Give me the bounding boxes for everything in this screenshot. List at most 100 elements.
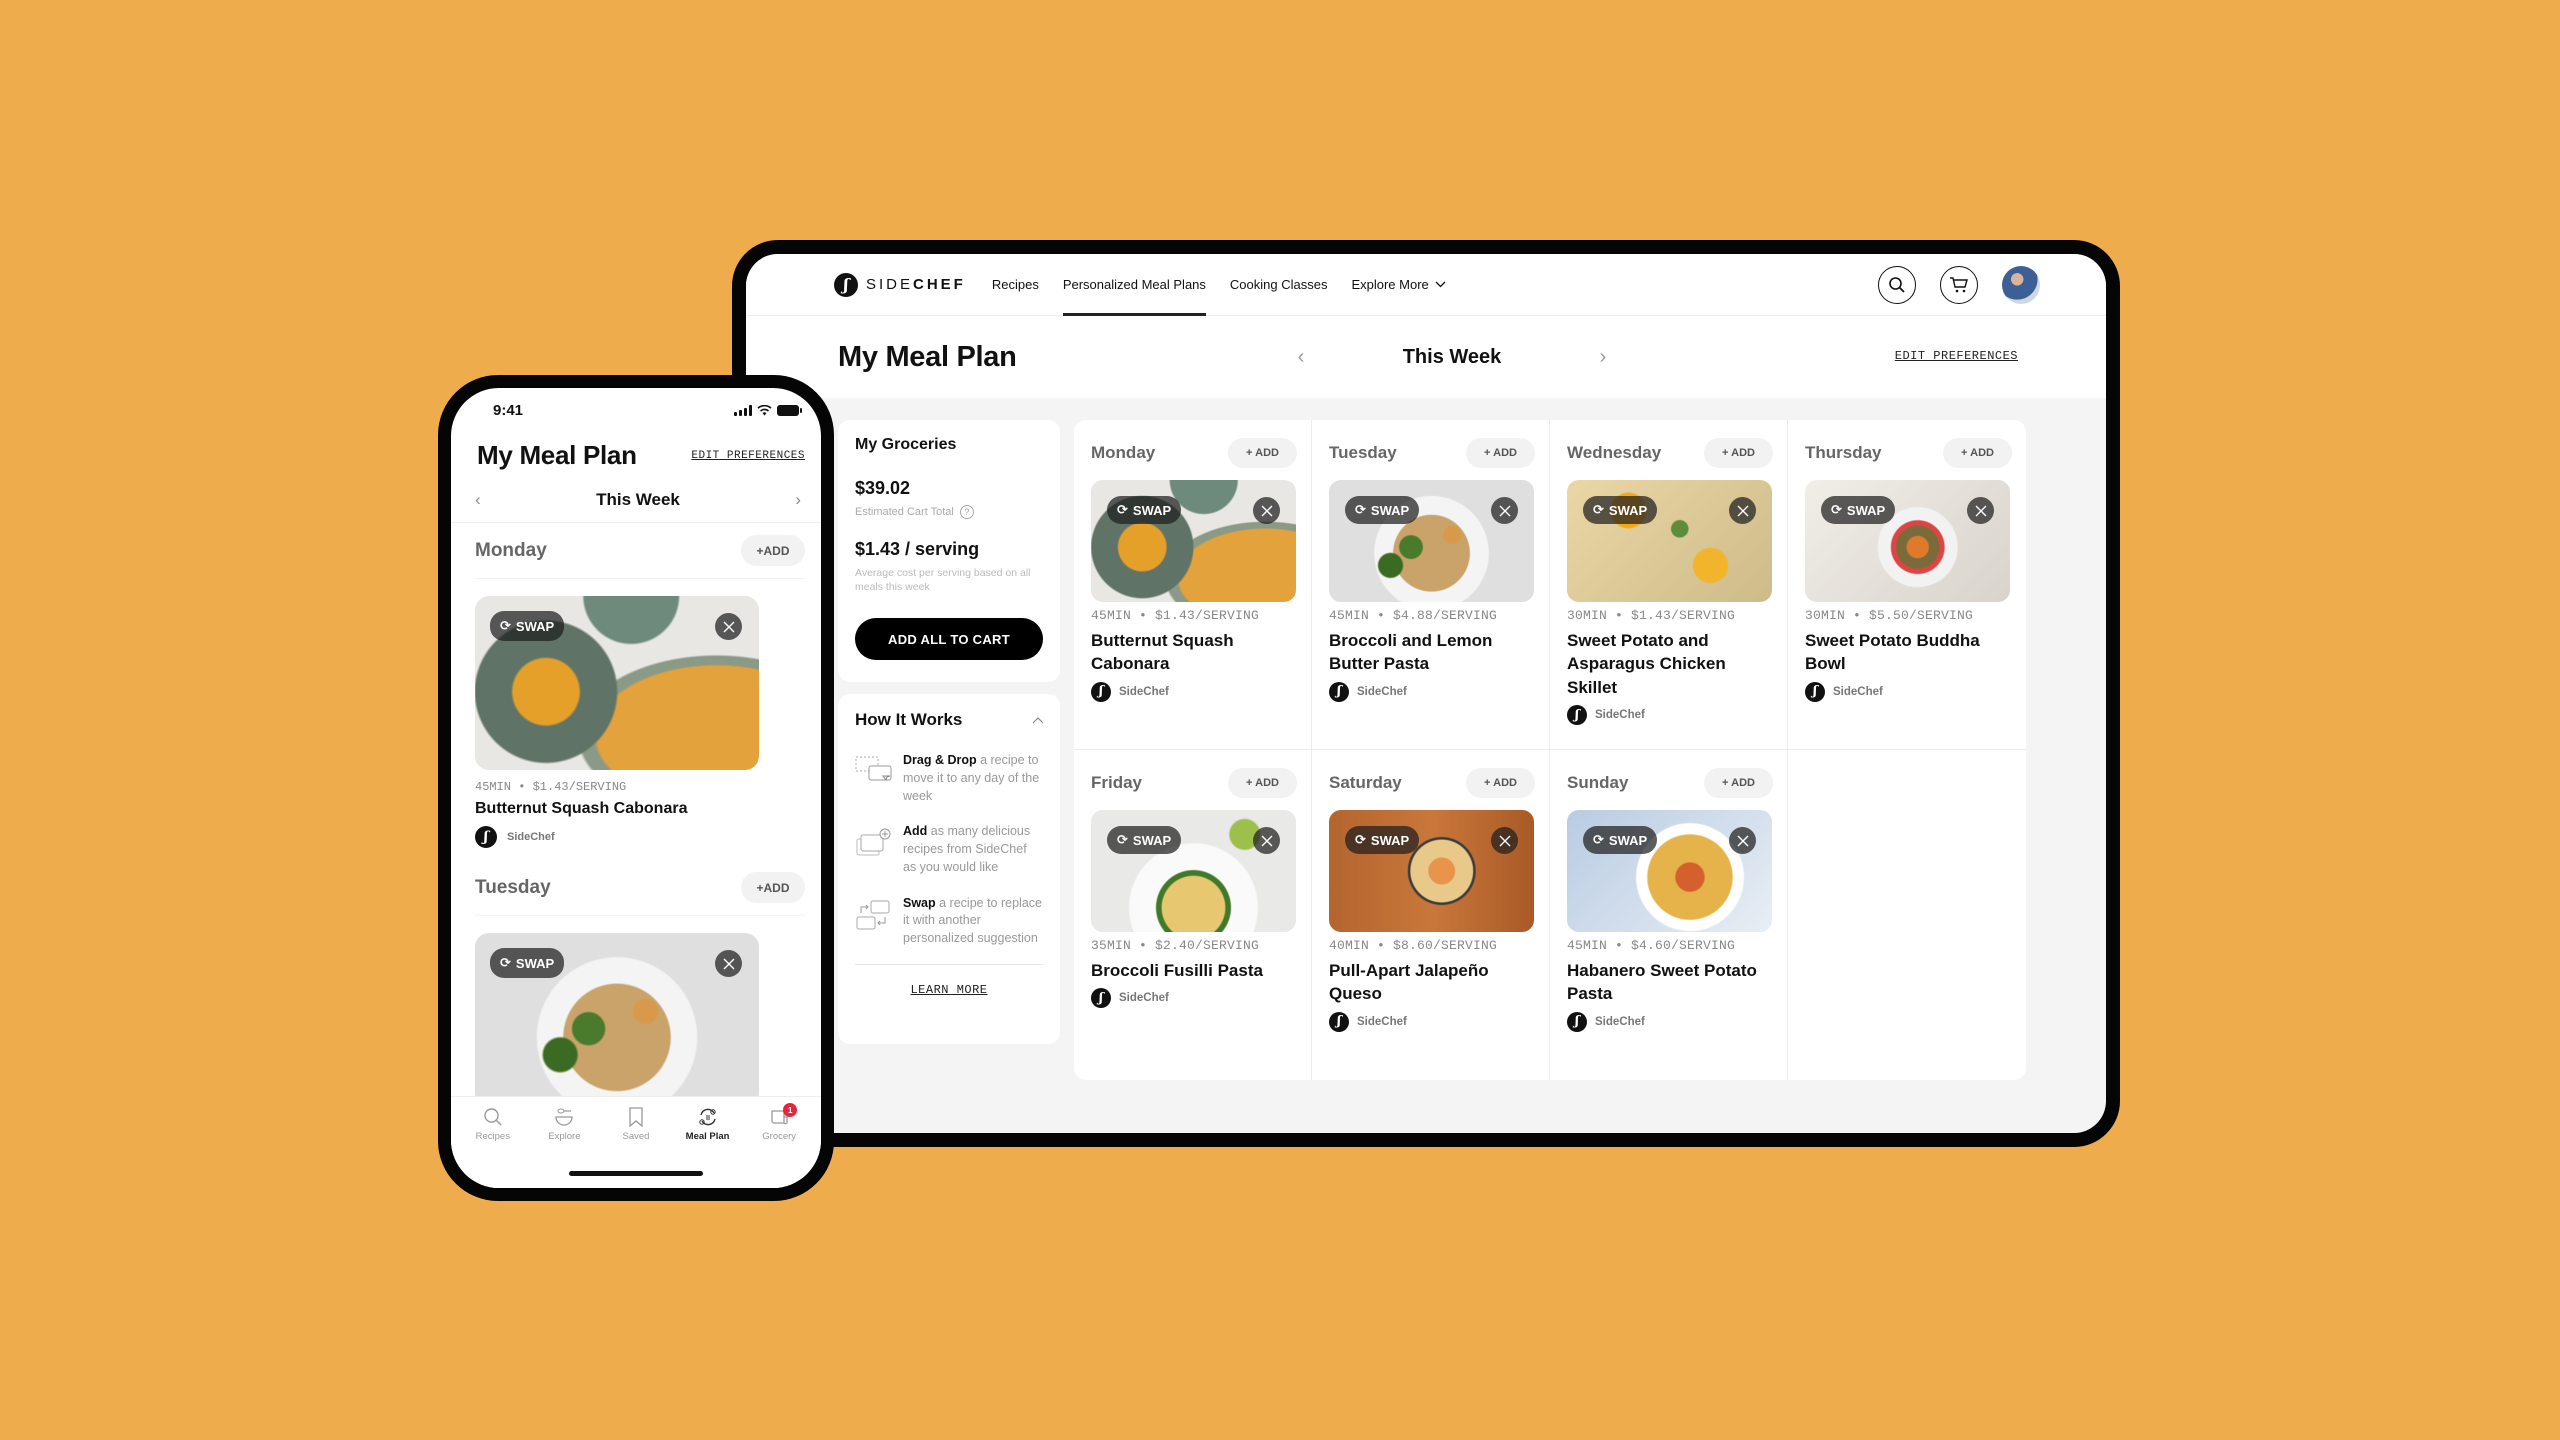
tab-label: Recipes <box>475 1131 510 1142</box>
meal-plan-grid: Monday + ADD ⟳ SWAP 45MIN • $1.43/SERVING But… <box>1074 420 2026 1080</box>
add-recipe-button[interactable]: + ADD <box>1228 768 1297 798</box>
how-item-swap: Swap a recipe to replace it with another… <box>855 895 1043 948</box>
groceries-card: My Groceries $39.02 Estimated Cart Total… <box>838 420 1060 682</box>
day-name: Saturday <box>1329 773 1402 792</box>
day-name: Friday <box>1091 773 1143 792</box>
recipe-name[interactable]: Butternut Squash Cabonara <box>475 800 805 818</box>
chevron-up-icon[interactable] <box>1032 712 1044 727</box>
edit-preferences-link[interactable]: EDIT PREFERENCES <box>1895 349 2018 363</box>
chevron-right-icon[interactable]: › <box>1593 346 1613 369</box>
add-recipe-button[interactable]: + ADD <box>1228 438 1297 468</box>
add-recipe-button[interactable]: + ADD <box>1943 438 2012 468</box>
learn-more-link[interactable]: LEARN MORE <box>855 983 1043 997</box>
remove-recipe-button[interactable] <box>1253 827 1280 854</box>
recipe-name[interactable]: Butternut Squash Cabonara <box>1091 629 1291 676</box>
swap-button[interactable]: ⟳ SWAP <box>1107 496 1182 524</box>
sidechef-logo[interactable]: ʃ SIDECHEF <box>834 272 966 297</box>
add-recipe-button[interactable]: + ADD <box>1466 768 1535 798</box>
swap-button[interactable]: ⟳ SWAP <box>1345 496 1420 524</box>
remove-recipe-button[interactable] <box>1967 497 1994 524</box>
tab-recipes[interactable]: Recipes <box>461 1107 525 1142</box>
swap-icon: ⟳ <box>1117 502 1128 517</box>
search-button[interactable] <box>1878 266 1916 304</box>
how-it-works-title: How It Works <box>855 710 963 729</box>
add-recipe-button[interactable]: +ADD <box>741 535 805 566</box>
recipe-name[interactable]: Sweet Potato Buddha Bowl <box>1805 629 2005 676</box>
how-item-text: Drag & Drop a recipe to move it to any d… <box>903 753 1040 803</box>
remove-recipe-button[interactable] <box>715 613 742 640</box>
swap-icon: ⟳ <box>500 618 511 633</box>
remove-recipe-button[interactable] <box>1729 497 1756 524</box>
recipe-image[interactable]: ⟳ SWAP <box>1329 480 1534 602</box>
recipe-image[interactable]: ⟳ SWAP <box>1567 810 1772 932</box>
nav-recipes[interactable]: Recipes <box>992 254 1039 316</box>
remove-recipe-button[interactable] <box>1729 827 1756 854</box>
chevron-left-icon[interactable]: ‹ <box>475 490 481 510</box>
swap-button[interactable]: ⟳ SWAP <box>1821 496 1896 524</box>
recipe-name[interactable]: Broccoli Fusilli Pasta <box>1091 959 1291 982</box>
swap-label: SWAP <box>1846 502 1886 518</box>
nav-personalized-meal-plans[interactable]: Personalized Meal Plans <box>1062 254 1206 316</box>
recipe-image[interactable]: ⟳ SWAP <box>475 933 759 1107</box>
cart-total: $39.02 <box>855 478 911 498</box>
cart-button[interactable] <box>1940 266 1978 304</box>
tab-saved[interactable]: Saved <box>604 1107 668 1142</box>
swap-button[interactable]: ⟳ SWAP <box>1107 826 1182 854</box>
recipe-image[interactable]: ⟳ SWAP <box>1091 810 1296 932</box>
recipe-image[interactable]: ⟳ SWAP <box>475 596 759 770</box>
cost-per-serving: $1.43 / serving <box>855 539 980 559</box>
page-title: My Meal Plan <box>477 440 637 470</box>
phone-day-tuesday: Tuesday +ADD ⟳ SWAP <box>451 860 821 1107</box>
remove-recipe-button[interactable] <box>715 950 742 977</box>
swap-button[interactable]: ⟳ SWAP <box>1583 496 1658 524</box>
close-icon <box>1499 505 1510 516</box>
remove-recipe-button[interactable] <box>1253 497 1280 524</box>
add-recipe-button[interactable]: + ADD <box>1466 438 1535 468</box>
page-title: My Meal Plan <box>838 340 1017 373</box>
swap-button[interactable]: ⟳ SWAP <box>490 948 565 978</box>
add-recipe-button[interactable]: +ADD <box>741 872 805 903</box>
recipe-image[interactable]: ⟳ SWAP <box>1329 810 1534 932</box>
tab-explore[interactable]: Explore <box>532 1107 596 1142</box>
recipe-image[interactable]: ⟳ SWAP <box>1091 480 1296 602</box>
remove-recipe-button[interactable] <box>1491 497 1518 524</box>
swap-button[interactable]: ⟳ SWAP <box>490 611 565 641</box>
help-icon[interactable]: ? <box>959 505 974 519</box>
swap-button[interactable]: ⟳ SWAP <box>1583 826 1658 854</box>
recipe-author: ʃ SideChef <box>1091 681 1297 702</box>
edit-preferences-link[interactable]: EDIT PREFERENCES <box>691 450 805 462</box>
close-icon <box>1737 505 1748 516</box>
swap-label: SWAP <box>1370 832 1410 848</box>
swap-icon: ⟳ <box>500 955 511 970</box>
remove-recipe-button[interactable] <box>1491 827 1518 854</box>
chevron-left-icon[interactable]: ‹ <box>1291 346 1311 369</box>
chevron-right-icon[interactable]: › <box>795 490 801 510</box>
day-name: Wednesday <box>1567 443 1662 462</box>
author-name: SideChef <box>1595 709 1645 722</box>
swap-button[interactable]: ⟳ SWAP <box>1345 826 1420 854</box>
swap-label: SWAP <box>1608 502 1648 518</box>
recipe-image[interactable]: ⟳ SWAP <box>1567 480 1772 602</box>
swap-icon: ⟳ <box>1117 832 1128 847</box>
add-recipe-button[interactable]: + ADD <box>1704 438 1773 468</box>
add-recipe-button[interactable]: + ADD <box>1704 768 1773 798</box>
signal-icon <box>734 404 752 416</box>
recipe-name[interactable]: Habanero Sweet Potato Pasta <box>1567 959 1767 1006</box>
tablet-device: ʃ SIDECHEF Recipes Personalized Meal Pla… <box>732 240 2120 1147</box>
recipe-image[interactable]: ⟳ SWAP <box>1805 480 2010 602</box>
add-all-to-cart-button[interactable]: ADD ALL TO CART <box>855 618 1043 661</box>
tab-grocery[interactable]: 1 Grocery <box>747 1103 811 1142</box>
avatar[interactable] <box>2002 266 2040 304</box>
day-name: Tuesday <box>475 876 551 898</box>
recipe-name[interactable]: Broccoli and Lemon Butter Pasta <box>1329 629 1529 676</box>
tab-meal-plan[interactable]: Meal Plan <box>676 1107 740 1142</box>
recipe-meta: 45MIN • $1.43/SERVING <box>475 780 627 794</box>
meal-plan-icon <box>698 1108 716 1126</box>
recipe-name[interactable]: Pull-Apart Jalapeño Queso <box>1329 959 1529 1006</box>
recipe-name[interactable]: Sweet Potato and Asparagus Chicken Skill… <box>1567 629 1767 699</box>
nav-explore-more[interactable]: Explore More <box>1351 254 1446 316</box>
tab-label: Saved <box>622 1131 650 1142</box>
nav-cooking-classes[interactable]: Cooking Classes <box>1230 254 1328 316</box>
week-navigator: ‹ This Week › <box>1291 316 1613 398</box>
cart-total-label: Estimated Cart Total <box>855 506 954 518</box>
